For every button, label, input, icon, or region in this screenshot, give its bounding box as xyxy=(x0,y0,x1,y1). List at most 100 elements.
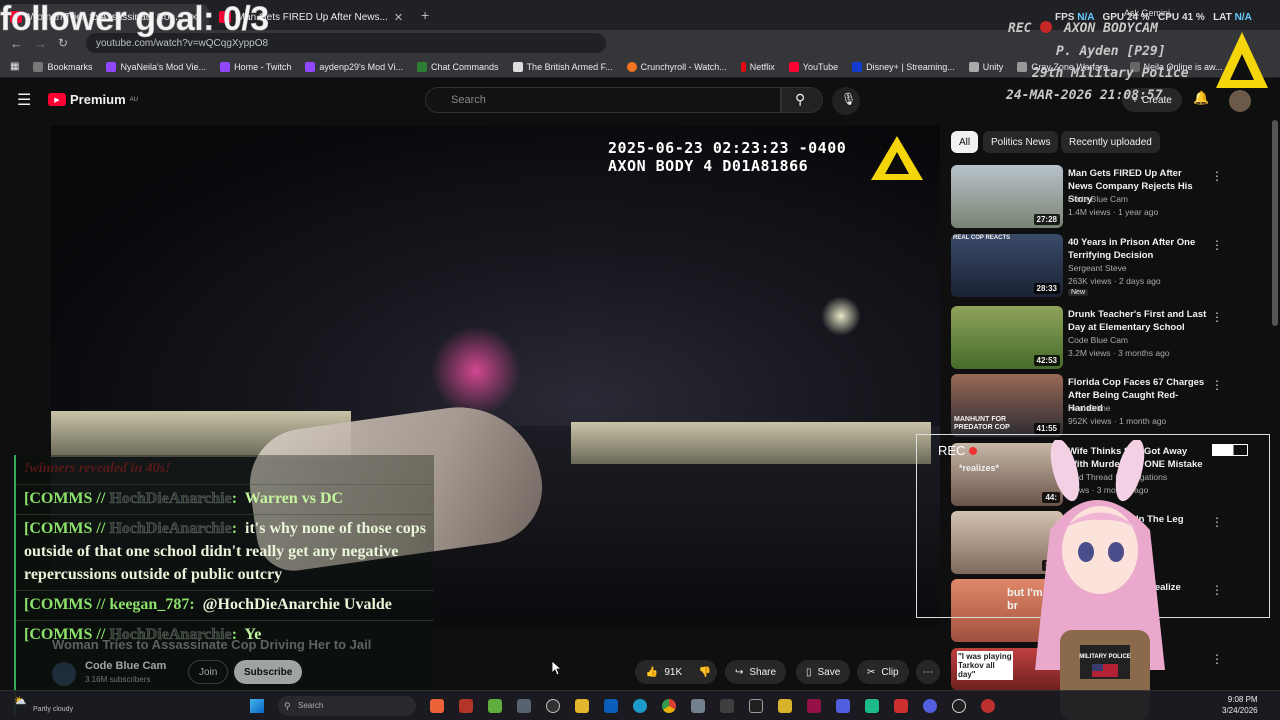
obs-icon[interactable] xyxy=(952,699,966,713)
bookmark-item[interactable]: Unity xyxy=(968,61,1003,72)
video-thumbnail[interactable]: REAL COP REACTS 28:33 xyxy=(951,234,1063,297)
microphone-icon: 🎙 xyxy=(841,92,857,106)
doc-icon xyxy=(417,61,428,72)
taskbar-app-icon[interactable] xyxy=(430,699,444,713)
recommendation-card[interactable]: REAL COP REACTS 28:33 40 Years in Prison… xyxy=(951,234,1271,298)
vtuber-avatar: MILITARY POLICE xyxy=(1035,440,1165,720)
more-options-icon[interactable]: ⋮ xyxy=(1211,169,1223,183)
bookmark-item[interactable]: NyaNeila's Mod Vie... xyxy=(106,61,206,72)
bookmark-item[interactable]: Disney+ | Streaming... xyxy=(852,61,955,72)
discord-icon[interactable] xyxy=(923,699,937,713)
chat-message: [COMMS // HochDieAnarchie: it's why none… xyxy=(16,515,434,591)
video-frame-light xyxy=(431,326,521,416)
ask-gemini-button[interactable]: Ask Gemini xyxy=(1124,8,1170,18)
bookmark-item[interactable]: aydenp29's Mod Vi... xyxy=(305,61,403,72)
edge-icon[interactable] xyxy=(633,699,647,713)
reload-icon[interactable]: ↻ xyxy=(58,36,68,50)
taskbar-app-icon[interactable] xyxy=(807,699,821,713)
twitch-icon xyxy=(220,61,231,72)
search-icon: ⚲ xyxy=(284,701,291,711)
wiki-icon xyxy=(512,61,523,72)
taskbar-app-icon[interactable] xyxy=(546,699,560,713)
netflix-icon xyxy=(740,61,746,72)
share-icon: ↪ xyxy=(735,666,744,678)
taskbar-app-icon[interactable] xyxy=(836,699,850,713)
new-tab-icon[interactable]: + xyxy=(421,7,429,23)
more-options-icon[interactable]: ⋮ xyxy=(1211,310,1223,324)
axon-hud-logo-icon xyxy=(1216,32,1268,88)
bookmark-item[interactable]: Crunchyroll - Watch... xyxy=(626,61,727,72)
search-button[interactable]: ⚲ xyxy=(781,87,823,113)
bookmark-item[interactable]: Netflix xyxy=(740,61,775,72)
youtube-icon xyxy=(788,61,799,72)
dislike-button[interactable]: 👎 xyxy=(693,660,717,684)
more-options-icon[interactable]: ⋮ xyxy=(1211,652,1223,666)
taskbar-app-icon[interactable] xyxy=(778,699,792,713)
like-button[interactable]: 👍 91K xyxy=(635,660,693,684)
bodycam-timestamp: 2025-06-23 02:23:23 -0400 AXON BODY 4 D0… xyxy=(608,139,847,175)
taskbar-app-icon[interactable] xyxy=(749,699,763,713)
bookmark-item[interactable]: Bookmarks xyxy=(33,61,92,72)
video-thumbnail[interactable]: MANHUNT FOR PREDATOR COP 41:55 xyxy=(951,374,1063,437)
taskbar-app-icon[interactable] xyxy=(517,699,531,713)
outlook-icon[interactable] xyxy=(604,699,618,713)
more-actions-button[interactable]: ⋯ xyxy=(916,660,940,684)
bookmark-item[interactable]: Home - Twitch xyxy=(220,61,291,72)
weather-text: Partly cloudy xyxy=(33,706,74,713)
bookmark-item[interactable]: The British Armed F... xyxy=(512,61,613,72)
twitch-icon xyxy=(305,61,316,72)
taskbar-clock[interactable]: 9:08 PM 3/24/2026 xyxy=(1222,694,1258,716)
apps-grid-icon[interactable]: ▦ xyxy=(10,61,19,72)
youtube-logo[interactable]: ▶ Premium AU xyxy=(48,92,138,107)
video-thumbnail[interactable]: 42:53 xyxy=(951,306,1063,369)
taskbar-app-icon[interactable] xyxy=(691,699,705,713)
follower-goal-overlay: follower goal: 0/3 xyxy=(0,0,269,38)
webcam-rec-label: REC xyxy=(938,443,978,458)
chat-message: [COMMS // HochDieAnarchie: Warren vs DC xyxy=(16,485,434,515)
menu-icon[interactable]: ☰ xyxy=(17,90,31,110)
record-dot-icon xyxy=(1040,21,1052,33)
weather-icon: ⛅ xyxy=(14,696,27,707)
hud-unit: 29th Military Police xyxy=(1032,66,1189,81)
taskbar-app-icon[interactable] xyxy=(459,699,473,713)
start-button-icon[interactable] xyxy=(250,699,264,713)
taskbar-search[interactable]: ⚲ Search xyxy=(278,696,416,716)
taskbar-app-icon[interactable] xyxy=(894,699,908,713)
star-icon xyxy=(33,61,44,72)
play-logo-icon: ▶ xyxy=(48,93,66,106)
chip-all[interactable]: All xyxy=(951,131,979,153)
new-badge: New xyxy=(1068,289,1089,296)
taskbar-app-icon[interactable] xyxy=(488,699,502,713)
more-icon: ⋯ xyxy=(923,666,933,678)
video-thumbnail[interactable]: 27:28 xyxy=(951,165,1063,228)
share-button[interactable]: ↪ Share xyxy=(725,660,787,684)
chip-politics-news[interactable]: Politics News xyxy=(983,131,1059,153)
more-options-icon[interactable]: ⋮ xyxy=(1211,378,1223,392)
thumbs-down-icon: 👎 xyxy=(698,666,712,678)
video-frame-light xyxy=(821,296,861,336)
taskbar-app-icon[interactable] xyxy=(865,699,879,713)
thumbs-up-icon: 👍 xyxy=(645,666,659,678)
chat-message: [COMMS // HochDieAnarchie: Ye xyxy=(24,626,262,643)
bookmark-item[interactable]: YouTube xyxy=(788,61,838,72)
voice-search-button[interactable]: 🎙 xyxy=(832,87,860,115)
hud-rec: REC xyxy=(1008,21,1032,36)
bookmark-item[interactable]: Chat Commands xyxy=(417,61,499,72)
taskbar-app-icon[interactable] xyxy=(981,699,995,713)
file-explorer-icon[interactable] xyxy=(575,699,589,713)
close-tab-icon[interactable]: ✕ xyxy=(394,11,403,24)
chip-recently-uploaded[interactable]: Recently uploaded xyxy=(1061,131,1160,153)
page-scrollbar[interactable] xyxy=(1272,120,1278,326)
recommendation-card[interactable]: MANHUNT FOR PREDATOR COP 41:55 Florida C… xyxy=(951,374,1271,438)
recommendation-card[interactable]: 42:53 Drunk Teacher's First and Last Day… xyxy=(951,306,1271,370)
chat-message: !winners revealed in 40s! xyxy=(16,455,434,485)
search-input[interactable]: Search xyxy=(425,87,781,113)
address-text: youtube.com/watch?v=wQCqgXyppO8 xyxy=(96,37,269,49)
taskbar-app-icon[interactable] xyxy=(720,699,734,713)
chat-message: [COMMS // keegan_787: @HochDieAnarchie U… xyxy=(16,591,434,621)
save-button[interactable]: ▯ Save xyxy=(796,660,851,684)
recommendation-card[interactable]: 27:28 Man Gets FIRED Up After News Compa… xyxy=(951,165,1271,229)
more-options-icon[interactable]: ⋮ xyxy=(1211,238,1223,252)
clip-button[interactable]: ✂ Clip xyxy=(857,660,909,684)
chrome-icon[interactable] xyxy=(662,699,676,713)
